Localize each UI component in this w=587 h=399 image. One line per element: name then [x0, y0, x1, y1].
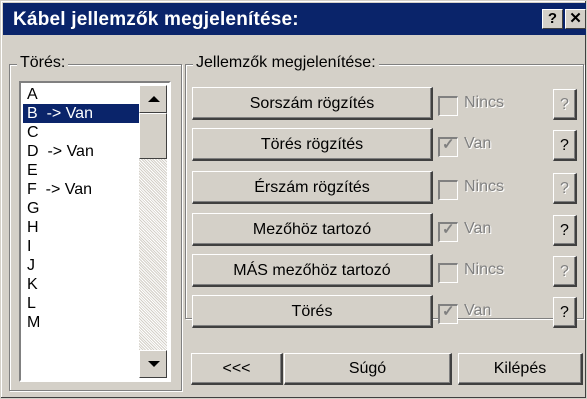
list-item[interactable]: I [23, 237, 141, 256]
mezohoz-tartozo-button[interactable]: Mezőhöz tartozó [192, 213, 433, 246]
dialog-window: Kábel jellemzők megjelenítése: ? ✕ Törés… [0, 0, 587, 399]
title-help-button[interactable]: ? [542, 9, 563, 29]
title-close-button[interactable]: ✕ [565, 9, 586, 29]
mas-mezohoz-help-button: ? [553, 256, 577, 287]
mezohoz-help-button[interactable]: ? [553, 215, 577, 246]
title-bar[interactable]: Kábel jellemzők megjelenítése: ? ✕ [3, 3, 586, 35]
checkmark-icon: ✓ [442, 136, 455, 153]
erszam-state: Nincs [464, 178, 505, 195]
back-button[interactable]: <<< [191, 353, 283, 385]
list-item[interactable]: H [23, 218, 141, 237]
mezohoz-state: Van [464, 220, 492, 237]
tores-rogzites-help-button[interactable]: ? [553, 130, 577, 161]
mas-mezohoz-checkbox [438, 263, 458, 283]
window-title: Kábel jellemzők megjelenítése: [13, 9, 299, 30]
list-scrollbar[interactable] [139, 85, 167, 378]
list-item[interactable]: C [23, 123, 141, 142]
arrow-down-icon [148, 361, 160, 367]
tores-list-items: A B -> Van C D -> Van E F -> Van G H I J… [23, 85, 141, 332]
sorszam-checkbox [438, 96, 458, 116]
list-item[interactable]: D -> Van [23, 142, 141, 161]
tores-rogzites-button[interactable]: Törés rögzítés [192, 128, 433, 161]
list-item[interactable]: M [23, 313, 141, 332]
list-item[interactable]: L [23, 294, 141, 313]
list-item[interactable]: A [23, 85, 141, 104]
tores-group-label: Törés: [17, 54, 69, 72]
tores-rogzites-state: Van [464, 135, 492, 152]
tores-button[interactable]: Törés [192, 295, 433, 328]
tores-rogzites-checkbox: ✓ [438, 137, 458, 157]
mas-mezohoz-state: Nincs [464, 261, 505, 278]
list-item[interactable]: K [23, 275, 141, 294]
sorszam-help-button: ? [553, 89, 577, 120]
sorszam-rogzites-button[interactable]: Sorszám rögzítés [192, 87, 433, 120]
tores-listbox[interactable]: A B -> Van C D -> Van E F -> Van G H I J… [19, 81, 171, 382]
tores-help-button[interactable]: ? [553, 297, 577, 328]
list-item-selected[interactable]: B -> Van [23, 104, 141, 123]
features-group-label: Jellemzők megjelenítése: [193, 54, 379, 72]
erszam-checkbox [438, 180, 458, 200]
sorszam-state: Nincs [464, 94, 505, 111]
scroll-down-button[interactable] [139, 350, 167, 378]
erszam-rogzites-button[interactable]: Érszám rögzítés [192, 171, 433, 204]
list-item[interactable]: F -> Van [23, 180, 141, 199]
mezohoz-checkbox: ✓ [438, 222, 458, 242]
scrollbar-thumb[interactable] [139, 113, 167, 159]
list-item[interactable]: J [23, 256, 141, 275]
checkmark-icon: ✓ [442, 303, 455, 320]
mas-mezohoz-tartozo-button[interactable]: MÁS mezőhöz tartozó [192, 254, 433, 287]
checkmark-icon: ✓ [442, 221, 455, 238]
tores-state: Van [464, 302, 492, 319]
tores-checkbox: ✓ [438, 304, 458, 324]
help-button[interactable]: Súgó [284, 353, 452, 385]
exit-button[interactable]: Kilépés [458, 353, 583, 385]
erszam-help-button: ? [553, 173, 577, 204]
scroll-up-button[interactable] [139, 85, 167, 113]
list-item[interactable]: G [23, 199, 141, 218]
list-item[interactable]: E [23, 161, 141, 180]
arrow-up-icon [148, 96, 160, 102]
